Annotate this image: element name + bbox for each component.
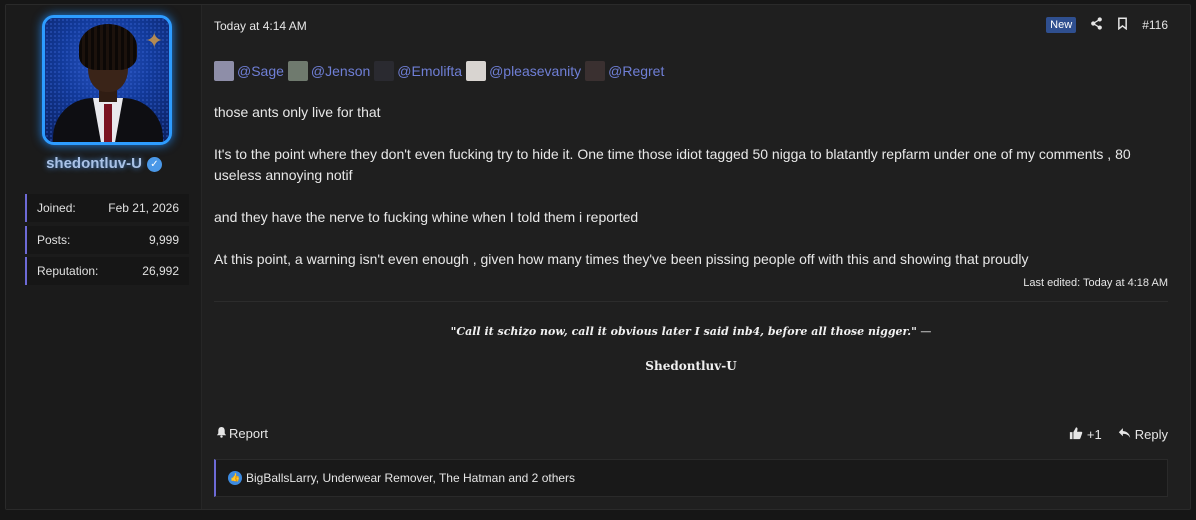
avatar[interactable]: ✦: [42, 15, 172, 145]
post-body: those ants only live for that It's to th…: [214, 102, 1144, 291]
mention-avatar: [466, 61, 487, 81]
forum-post: ✦ shedontluv-U ✓ Joined: Feb 21, 2026 Post…: [5, 4, 1191, 510]
post-header-actions: New #116: [1046, 17, 1168, 33]
report-button[interactable]: Report: [216, 426, 268, 441]
like-reaction-icon: 👍: [228, 471, 242, 485]
post-paragraph: and they have the nerve to fucking whine…: [214, 209, 639, 225]
stat-reputation: Reputation: 26,992: [25, 257, 189, 285]
thumbs-up-icon: [1069, 426, 1083, 443]
mention-avatar: [214, 61, 234, 81]
bell-icon: [216, 426, 227, 441]
mention-avatar: [287, 61, 308, 81]
user-sidebar: ✦ shedontluv-U ✓ Joined: Feb 21, 2026 Post…: [6, 5, 202, 509]
stat-joined: Joined: Feb 21, 2026: [25, 194, 189, 222]
post-paragraph: At this point, a warning isn't even enou…: [214, 251, 1029, 267]
new-badge: New: [1046, 17, 1077, 33]
mention-link[interactable]: @pleasevanity: [466, 61, 581, 81]
signature-divider: [214, 301, 1168, 302]
mentions-row: @Sage @Jenson @Emolifta @pleasevanity @R…: [214, 61, 668, 81]
last-edited: Last edited: Today at 4:18 AM: [1023, 277, 1168, 289]
reactions-list[interactable]: BigBallsLarry, Underwear Remover, The Ha…: [246, 471, 575, 485]
mention-link[interactable]: @Regret: [585, 61, 664, 81]
signature-quote: "Call it schizo now, call it obvious lat…: [450, 325, 932, 338]
username[interactable]: shedontluv-U ✓: [6, 155, 202, 172]
reply-arrow-icon: [1118, 427, 1131, 442]
mention-avatar: [585, 61, 606, 81]
post-paragraph: It's to the point where they don't even …: [214, 146, 1131, 183]
reply-button[interactable]: Reply: [1118, 427, 1168, 442]
post-time[interactable]: Today at 4:14 AM: [214, 19, 307, 33]
bookmark-icon[interactable]: [1117, 17, 1128, 33]
eagle-emblem-icon: ✦: [145, 28, 164, 53]
signature-name: Shedontluv-U: [645, 359, 737, 373]
share-icon[interactable]: [1090, 17, 1103, 33]
verified-check-icon: ✓: [146, 157, 162, 172]
post-number[interactable]: #116: [1142, 18, 1168, 32]
reactions-bar[interactable]: 👍 BigBallsLarry, Underwear Remover, The …: [214, 459, 1168, 497]
mention-link[interactable]: @Emolifta: [374, 61, 462, 81]
post-paragraph: those ants only live for that: [214, 104, 381, 120]
stat-posts: Posts: 9,999: [25, 226, 189, 254]
mention-link[interactable]: @Sage: [214, 61, 284, 81]
like-button[interactable]: +1: [1069, 426, 1102, 443]
post-actions: +1 Reply: [1069, 426, 1168, 443]
mention-link[interactable]: @Jenson: [287, 61, 370, 81]
mention-avatar: [374, 61, 395, 81]
post-main: Today at 4:14 AM New #116 @Sage @Jenson …: [214, 5, 1190, 509]
